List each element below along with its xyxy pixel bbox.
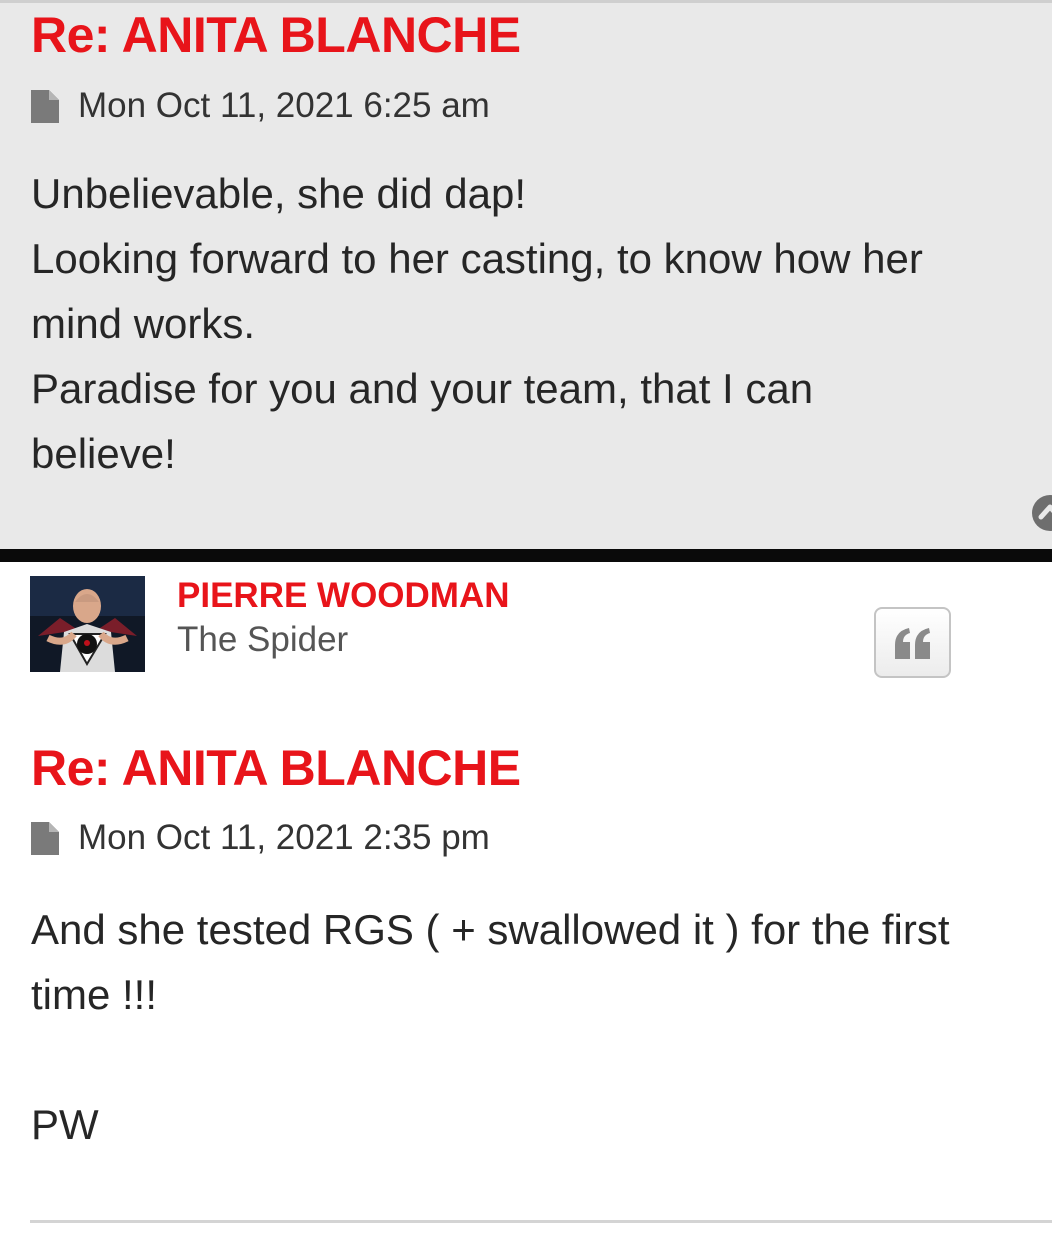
post-date: Mon Oct 11, 2021 6:25 am — [78, 86, 490, 125]
file-icon[interactable] — [31, 821, 59, 855]
circle-up-icon[interactable] — [1030, 493, 1052, 533]
post-line: time !!! — [31, 971, 158, 1018]
post-line: Unbelievable, she did dap! — [31, 170, 527, 217]
post-date: Mon Oct 11, 2021 2:35 pm — [78, 818, 490, 857]
post-line: believe! — [31, 430, 176, 477]
post-line: And she tested RGS ( + swallowed it ) fo… — [31, 906, 950, 953]
post-meta: Mon Oct 11, 2021 6:25 am — [31, 86, 490, 126]
post-divider — [0, 549, 1052, 562]
quote-icon — [894, 627, 930, 659]
post-signature: PW — [31, 1101, 99, 1148]
post-previous: Re: ANITA BLANCHE Mon Oct 11, 2021 6:25 … — [0, 0, 1052, 549]
post-content: And she tested RGS ( + swallowed it ) fo… — [31, 897, 1046, 1157]
post-content: Unbelievable, she did dap! Looking forwa… — [31, 161, 1046, 486]
post-current: PIERRE WOODMAN The Spider Re: ANITA BLAN… — [0, 562, 1052, 1238]
author-name[interactable]: PIERRE WOODMAN — [177, 576, 510, 616]
quote-button[interactable] — [874, 607, 951, 678]
avatar[interactable] — [30, 576, 145, 672]
post-line: Paradise for you and your team, that I c… — [31, 365, 814, 412]
post-separator — [30, 1220, 1052, 1223]
post-line: Looking forward to her casting, to know … — [31, 235, 923, 282]
post-blank-line — [31, 1027, 1046, 1092]
file-icon[interactable] — [31, 89, 59, 123]
post-meta: Mon Oct 11, 2021 2:35 pm — [31, 818, 490, 858]
post-title[interactable]: Re: ANITA BLANCHE — [31, 739, 521, 797]
post-title[interactable]: Re: ANITA BLANCHE — [31, 6, 521, 64]
post-line: mind works. — [31, 300, 256, 347]
author-rank: The Spider — [177, 620, 349, 659]
